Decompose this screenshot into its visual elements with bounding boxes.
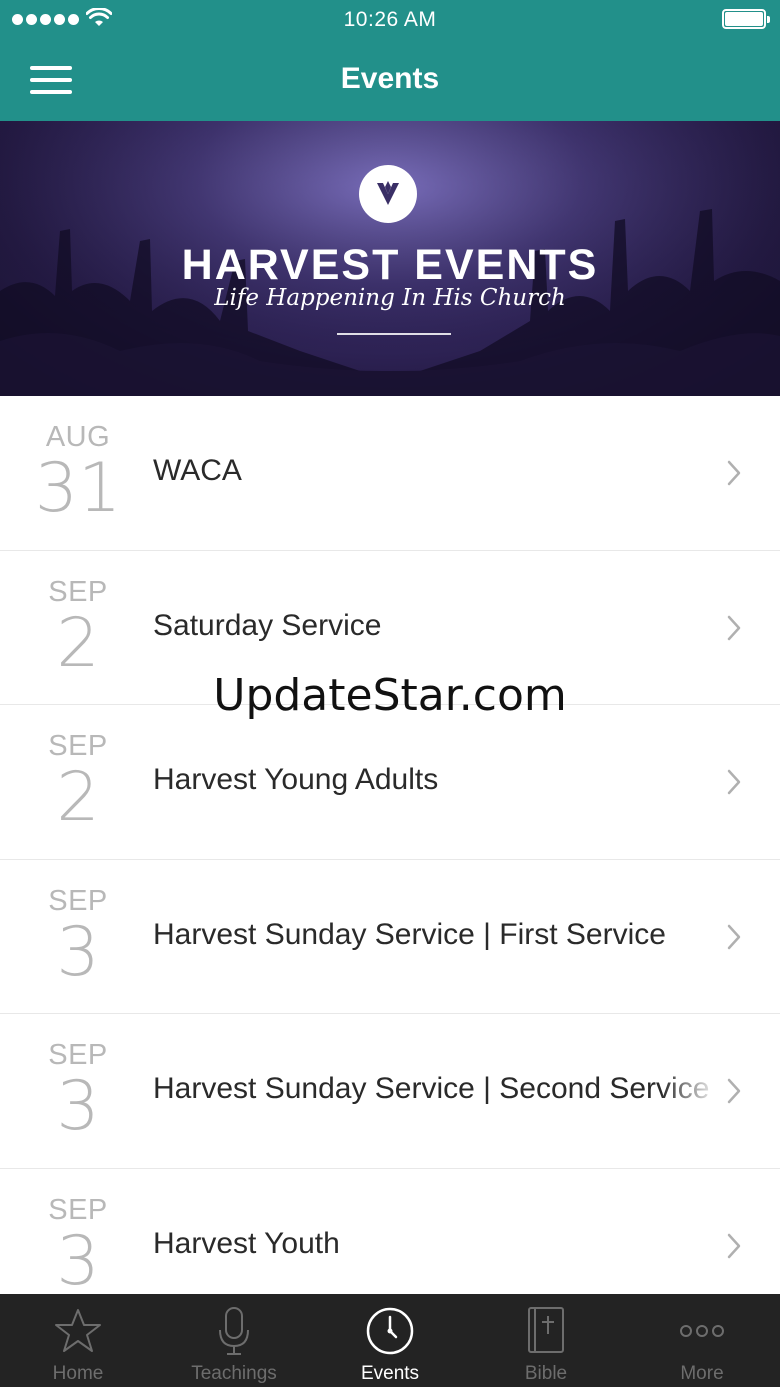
banner-subtitle: Life Happening In His Church — [214, 285, 566, 311]
event-day: 31 — [34, 449, 122, 528]
event-day: 2 — [56, 603, 100, 683]
event-title: Saturday Service — [153, 608, 382, 642]
event-day: 3 — [56, 1221, 100, 1294]
event-row[interactable]: AUG 31 WACA — [0, 396, 780, 551]
event-date: AUG 31 — [28, 420, 128, 524]
banner-divider — [337, 333, 451, 335]
tab-label: Home — [52, 1363, 104, 1384]
chevron-right-icon — [727, 1078, 741, 1104]
chevron-right-icon — [727, 924, 741, 949]
event-row[interactable]: SEP 2 Harvest Young Adults — [0, 705, 780, 860]
event-date: SEP 3 — [28, 1038, 128, 1142]
event-title: Harvest Young Adults — [153, 763, 439, 796]
tab-more[interactable]: More — [624, 1294, 780, 1387]
event-day: 3 — [56, 912, 100, 992]
events-banner: HARVEST EVENTS Life Happening In His Chu… — [0, 121, 780, 396]
star-icon — [55, 1309, 101, 1352]
harvest-logo-icon — [359, 165, 417, 223]
tab-label: Events — [360, 1363, 420, 1384]
event-title: WACA — [153, 454, 242, 487]
event-title: Harvest Sunday Service | First Service — [153, 917, 666, 951]
tab-label: Teachings — [191, 1363, 277, 1384]
tab-bible[interactable]: Bible — [468, 1294, 624, 1387]
event-row[interactable]: SEP 3 Harvest Sunday Service | Second Se… — [0, 1014, 780, 1169]
event-row[interactable]: SEP 3 Harvest Youth — [0, 1169, 780, 1295]
tab-label: More — [680, 1363, 724, 1384]
chevron-right-icon — [727, 615, 741, 640]
status-bar: 10:26 AM — [0, 0, 780, 40]
chevron-right-icon — [727, 769, 741, 795]
tab-teachings[interactable]: Teachings — [156, 1294, 312, 1387]
event-title: Harvest Youth — [153, 1226, 340, 1260]
bible-icon — [528, 1307, 564, 1353]
event-date: SEP 3 — [28, 884, 128, 988]
event-row[interactable]: SEP 2 Saturday Service — [0, 551, 780, 705]
battery-icon — [722, 9, 770, 31]
chevron-right-icon — [727, 1233, 741, 1258]
tab-events[interactable]: Events — [312, 1294, 468, 1387]
page-title: Events — [340, 62, 440, 95]
app-header: 10:26 AM Events — [0, 0, 780, 121]
event-date: SEP 3 — [28, 1193, 128, 1295]
tab-label: Bible — [524, 1363, 568, 1384]
banner-title: HARVEST EVENTS — [181, 241, 599, 289]
chevron-right-icon — [727, 460, 741, 486]
event-day: 3 — [56, 1067, 100, 1146]
events-list: AUG 31 WACA SEP 2 Saturday Service SEP 2… — [0, 396, 780, 1294]
clock-icon — [366, 1307, 414, 1355]
tab-home[interactable]: Home — [0, 1294, 156, 1387]
status-time: 10:26 AM — [343, 8, 437, 31]
event-day: 2 — [56, 758, 100, 837]
event-date: SEP 2 — [28, 729, 128, 833]
event-row[interactable]: SEP 3 Harvest Sunday Service | First Ser… — [0, 860, 780, 1014]
event-date: SEP 2 — [28, 575, 128, 679]
tab-bar: Home Teachings Events Bible More — [0, 1294, 780, 1387]
more-dots-icon — [680, 1325, 724, 1337]
microphone-icon — [219, 1307, 249, 1355]
event-title: Harvest Sunday Service | Second Service — [153, 1072, 710, 1105]
